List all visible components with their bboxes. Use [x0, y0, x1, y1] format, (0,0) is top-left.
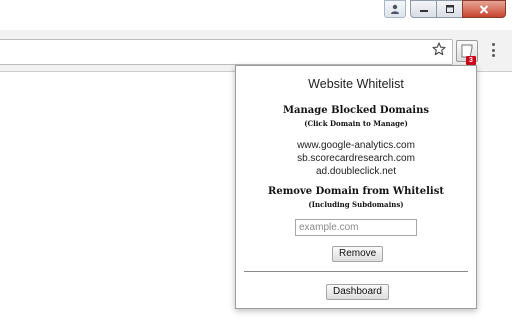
dashboard-button[interactable]: Dashboard [326, 284, 389, 300]
domain-link[interactable]: ad.doubleclick.net [236, 166, 476, 177]
divider [244, 271, 468, 272]
close-button[interactable] [462, 0, 506, 18]
user-profile-button[interactable] [384, 0, 406, 18]
menu-icon[interactable] [488, 42, 498, 58]
window-controls [384, 0, 506, 18]
address-bar[interactable] [0, 39, 453, 65]
manage-heading: Manage Blocked Domains [282, 105, 429, 116]
maximize-button[interactable] [436, 0, 462, 18]
remove-heading: Remove Domain from Whitelist [268, 186, 444, 197]
minimize-icon [419, 10, 428, 12]
minimize-button[interactable] [410, 0, 436, 18]
maximize-icon [445, 5, 454, 13]
manage-subheading: (Click Domain to Manage) [304, 119, 408, 128]
popup-title: Website Whitelist [308, 77, 404, 91]
domain-input[interactable] [295, 219, 417, 236]
domain-link[interactable]: www.google-analytics.com [236, 140, 476, 151]
close-icon [479, 4, 489, 14]
window-titlebar [0, 0, 512, 30]
star-icon[interactable] [432, 42, 446, 56]
whitelist-popup: Website Whitelist Manage Blocked Domains… [235, 65, 477, 309]
remove-button[interactable]: Remove [332, 246, 384, 262]
user-icon [391, 4, 399, 14]
extension-badge: 3 [466, 56, 476, 65]
domain-link[interactable]: sb.scorecardresearch.com [236, 153, 476, 164]
remove-subheading: (Including Subdomains) [308, 200, 404, 209]
